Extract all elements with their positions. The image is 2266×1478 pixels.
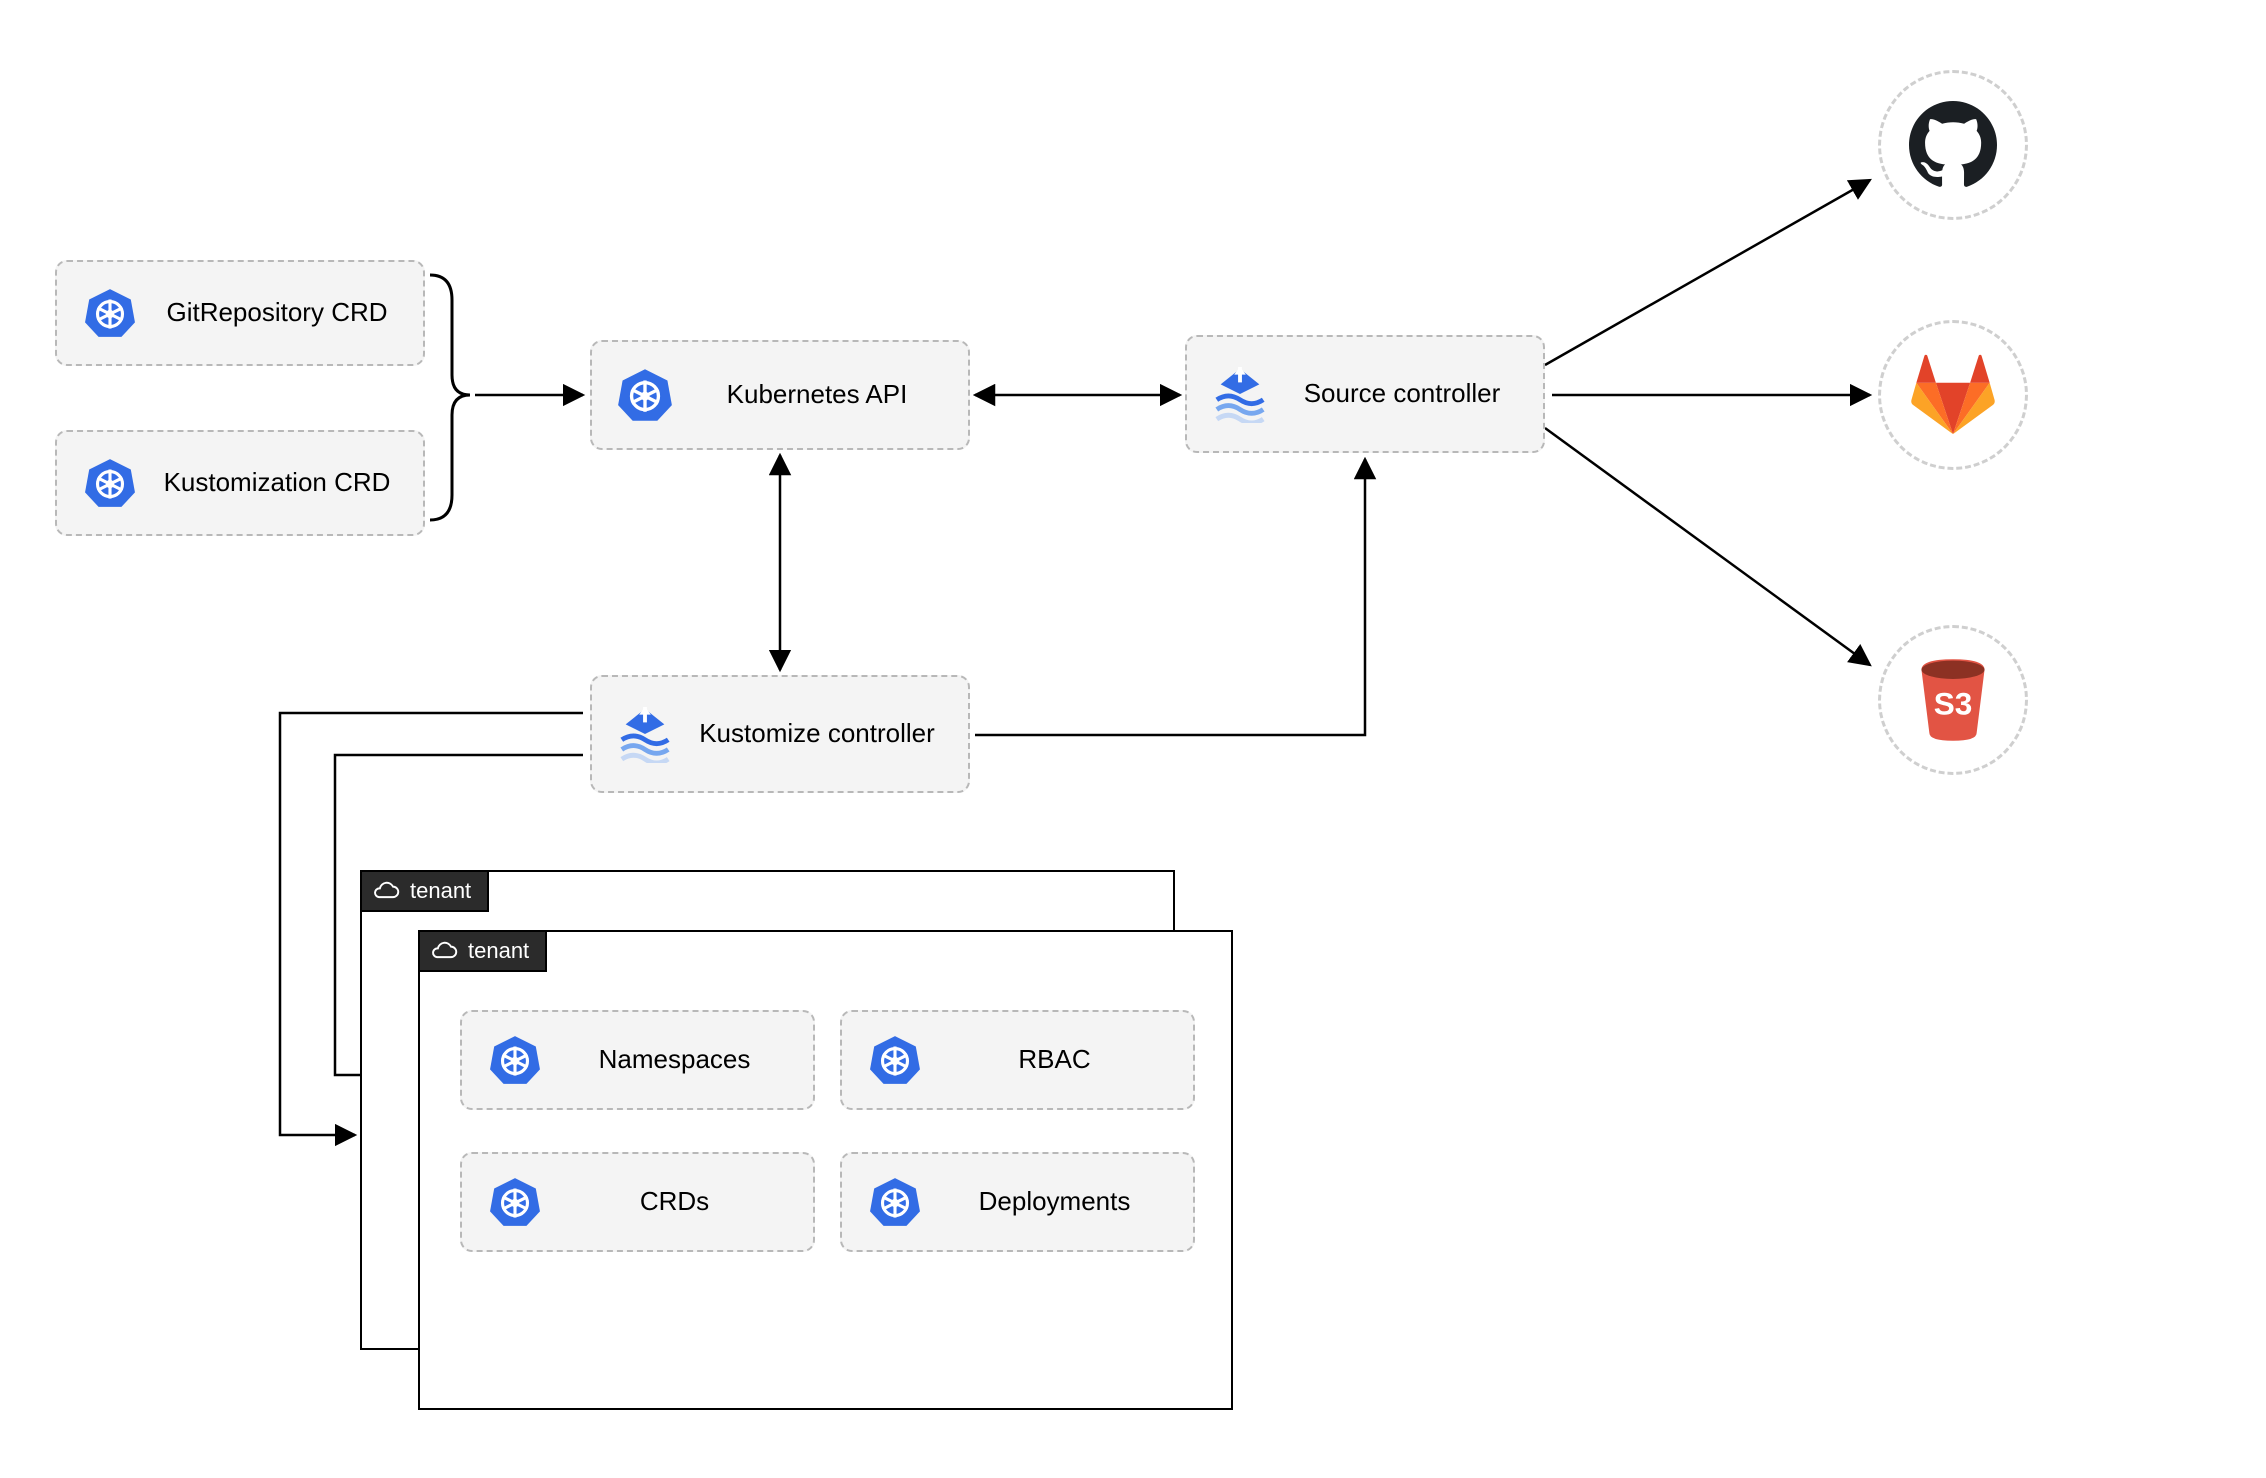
github-icon [1909, 101, 1997, 189]
kubernetes-wheel-icon [592, 367, 680, 423]
gitlab-icon [1909, 351, 1997, 439]
crds-label: CRDs [550, 1176, 813, 1228]
kubernetes-wheel-icon [57, 287, 145, 339]
gitlab-target [1878, 320, 2028, 470]
svg-text:S3: S3 [1934, 685, 1973, 721]
kubernetes-wheel-icon [57, 457, 145, 509]
source-controller-node: Source controller [1185, 335, 1545, 453]
source-controller-label: Source controller [1275, 368, 1543, 420]
kubernetes-wheel-icon [462, 1034, 550, 1086]
kubernetes-api-node: Kubernetes API [590, 340, 970, 450]
kubernetes-wheel-icon [462, 1176, 550, 1228]
flux-controller-icon [592, 705, 680, 763]
gitrepository-crd-label: GitRepository CRD [145, 287, 423, 339]
tenant-tab-front-label: tenant [468, 938, 529, 964]
tenant-card-front: tenant Namespaces RBAC CRDs Deploym [418, 930, 1233, 1410]
kubernetes-wheel-icon [842, 1034, 930, 1086]
kubernetes-wheel-icon [842, 1176, 930, 1228]
cloud-icon [430, 941, 458, 961]
deployments-label: Deployments [930, 1176, 1193, 1228]
tenant-tab-back-label: tenant [410, 878, 471, 904]
crds-node: CRDs [460, 1152, 815, 1252]
gitrepository-crd-node: GitRepository CRD [55, 260, 425, 366]
s3-bucket-icon: S3 [1912, 654, 1994, 746]
tenant-tab-front: tenant [418, 930, 547, 972]
flux-controller-icon [1187, 365, 1275, 423]
cloud-icon [372, 881, 400, 901]
tenant-tab-back: tenant [360, 870, 489, 912]
kubernetes-api-label: Kubernetes API [680, 369, 968, 421]
namespaces-node: Namespaces [460, 1010, 815, 1110]
kustomization-crd-node: Kustomization CRD [55, 430, 425, 536]
namespaces-label: Namespaces [550, 1034, 813, 1086]
s3-target: S3 [1878, 625, 2028, 775]
rbac-label: RBAC [930, 1034, 1193, 1086]
github-target [1878, 70, 2028, 220]
deployments-node: Deployments [840, 1152, 1195, 1252]
kustomize-controller-label: Kustomize controller [680, 708, 968, 760]
kustomize-controller-node: Kustomize controller [590, 675, 970, 793]
kustomization-crd-label: Kustomization CRD [145, 457, 423, 509]
rbac-node: RBAC [840, 1010, 1195, 1110]
